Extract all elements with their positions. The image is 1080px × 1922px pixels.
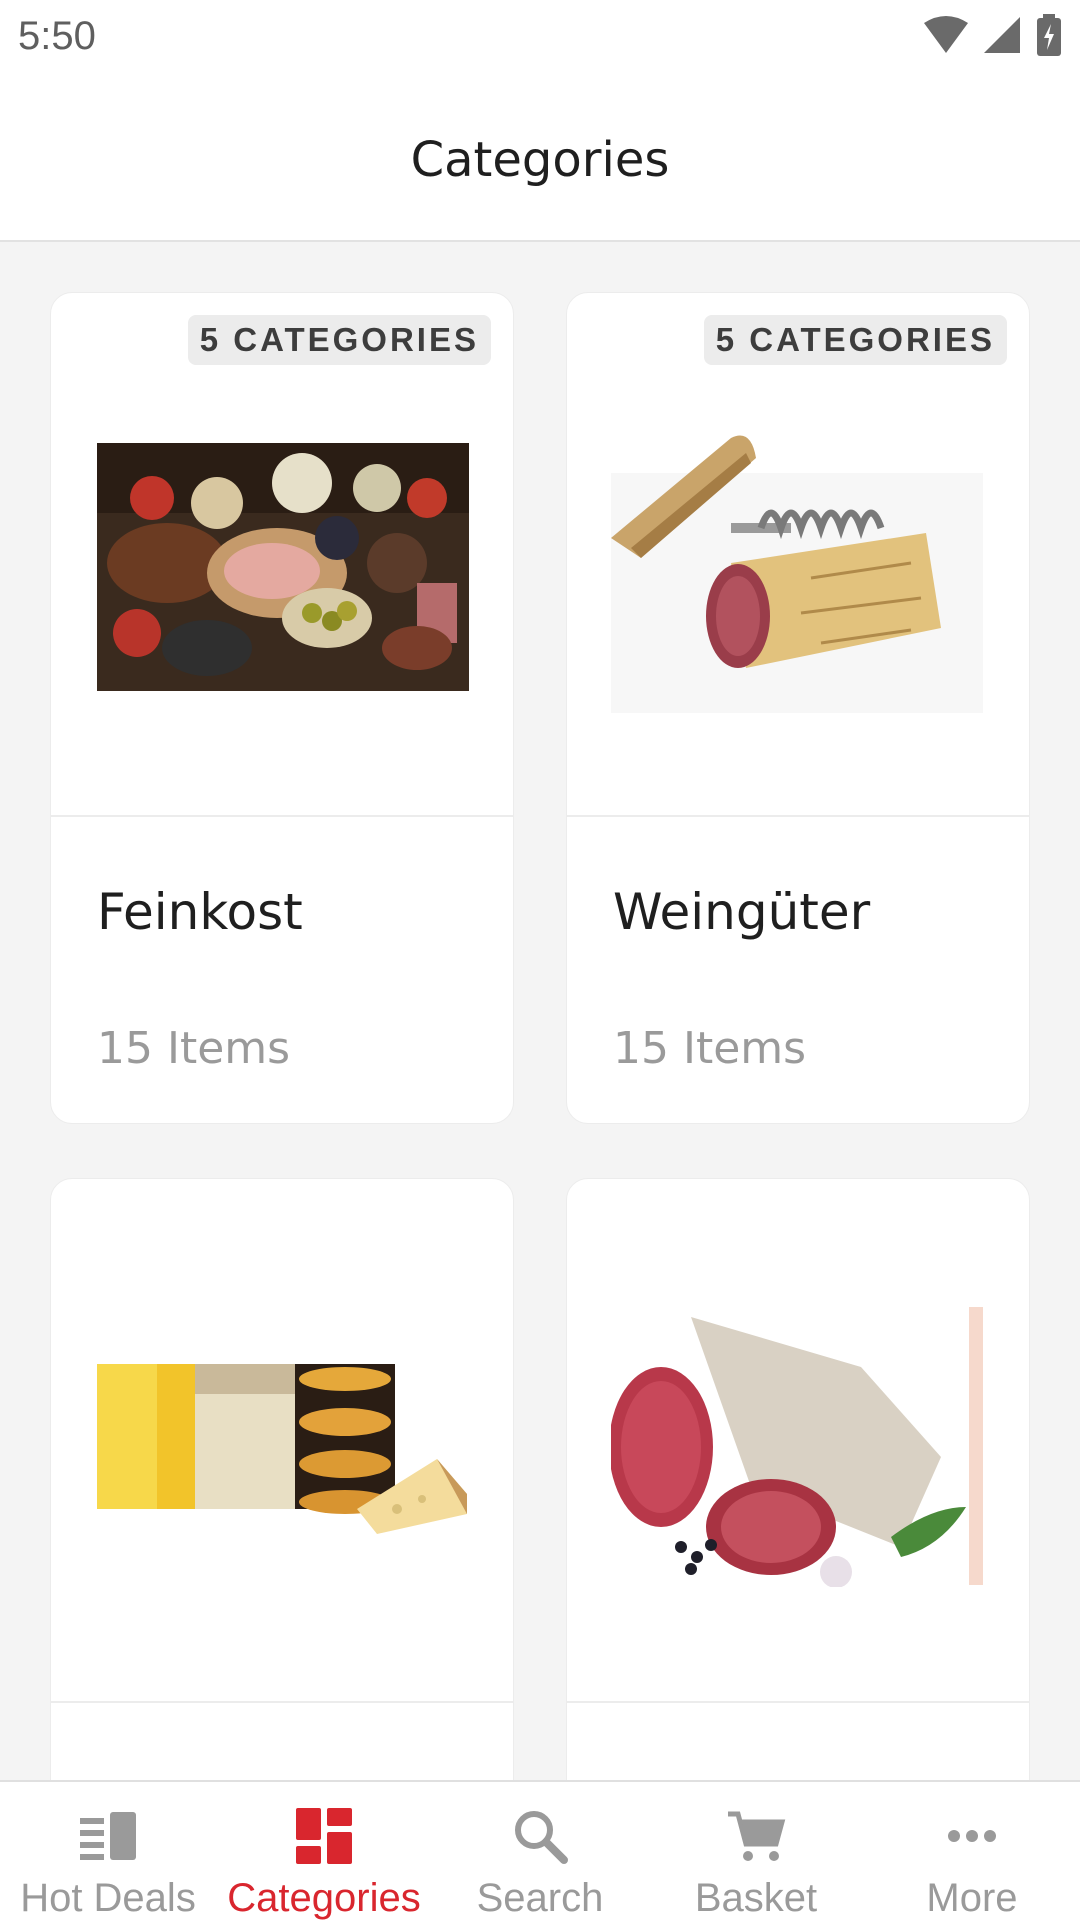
bottom-tab-bar: Hot Deals Categories Search Basket More (0, 1780, 1080, 1922)
tab-label: Search (476, 1876, 604, 1920)
cheese-image (97, 1364, 467, 1534)
card-divider (567, 815, 1029, 817)
tab-categories[interactable]: Categories (216, 1782, 432, 1922)
antipasti-image (97, 443, 469, 691)
battery-icon (1037, 14, 1061, 56)
search-icon (515, 1811, 568, 1864)
subcategory-badge: 5 CATEGORIES (187, 315, 491, 365)
tab-label: Basket (694, 1876, 818, 1920)
card-media (51, 1179, 513, 1701)
salami-image (611, 1307, 983, 1587)
corkscrew-image (611, 418, 983, 718)
category-name: Feinkost (97, 883, 303, 941)
tab-more[interactable]: More (864, 1782, 1080, 1922)
item-count: 15 Items (613, 1023, 807, 1074)
category-card-salami[interactable] (566, 1178, 1030, 1780)
tab-label: More (926, 1876, 1018, 1920)
signal-icon (984, 17, 1020, 53)
card-media (567, 1179, 1029, 1701)
status-time: 5:50 (18, 14, 96, 58)
list-icon (80, 1812, 136, 1860)
category-grid: 5 CATEGORIES Feinkost 15 Items 5 CATEGOR… (0, 242, 1080, 1780)
subcategory-badge: 5 CATEGORIES (703, 315, 1007, 365)
card-media: 5 CATEGORIES (567, 293, 1029, 815)
tab-label: Categories (227, 1876, 421, 1920)
tab-basket[interactable]: Basket (648, 1782, 864, 1922)
cart-icon (728, 1811, 786, 1861)
more-icon (948, 1830, 996, 1842)
grid-icon (296, 1808, 352, 1864)
category-card-feinkost[interactable]: 5 CATEGORIES Feinkost 15 Items (50, 292, 514, 1124)
card-divider (567, 1701, 1029, 1703)
card-divider (51, 815, 513, 817)
status-bar: 5:50 (0, 0, 1080, 80)
page-title: Categories (410, 132, 670, 188)
category-card-weingueter[interactable]: 5 CATEGORIES Weingüter 15 Items (566, 292, 1030, 1124)
card-media: 5 CATEGORIES (51, 293, 513, 815)
tab-hot-deals[interactable]: Hot Deals (0, 1782, 216, 1922)
category-name: Weingüter (613, 883, 871, 941)
category-card-cheese[interactable] (50, 1178, 514, 1780)
tab-label: Hot Deals (20, 1876, 196, 1920)
app-header: Categories (0, 80, 1080, 242)
tab-search[interactable]: Search (432, 1782, 648, 1922)
status-icons (924, 14, 1062, 56)
wifi-icon (924, 16, 968, 53)
card-divider (51, 1701, 513, 1703)
item-count: 15 Items (97, 1023, 291, 1074)
